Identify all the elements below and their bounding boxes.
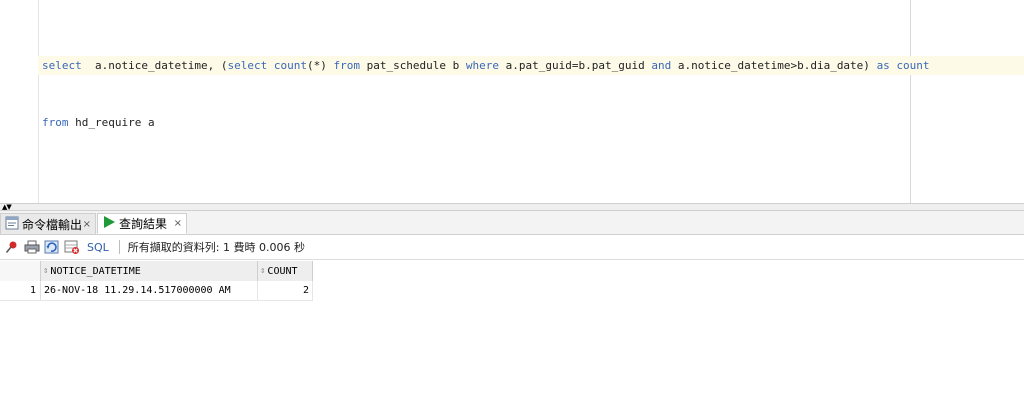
print-icon[interactable] bbox=[24, 239, 40, 255]
delete-grid-icon[interactable] bbox=[64, 239, 80, 255]
results-toolbar: SQL 所有擷取的資料列: 1 費時 0.006 秒 bbox=[0, 235, 1024, 260]
column-header-label: COUNT bbox=[267, 265, 298, 277]
row-number-header bbox=[0, 261, 41, 281]
sql-text: a.notice_datetime>b.dia_date) bbox=[671, 59, 877, 72]
tab-script-output-label: 命令檔輸出 bbox=[22, 217, 83, 232]
sort-icon: ⇕ bbox=[43, 266, 49, 276]
sort-icon: ⇕ bbox=[260, 266, 266, 276]
tab-script-output[interactable]: 命令檔輸出 × bbox=[0, 213, 96, 234]
sql-text: hd_require a bbox=[68, 116, 155, 129]
pane-splitter[interactable]: ▲▼ bbox=[0, 203, 1024, 211]
close-icon[interactable]: × bbox=[83, 219, 91, 230]
sql-editor[interactable]: select a.notice_datetime, (select count(… bbox=[0, 0, 1024, 203]
sql-keyword: as bbox=[876, 59, 890, 72]
refresh-icon[interactable] bbox=[44, 239, 60, 255]
sql-text: (*) bbox=[306, 59, 334, 72]
sql-keyword: from bbox=[333, 59, 360, 72]
code-line-1[interactable]: select a.notice_datetime, (select count(… bbox=[38, 56, 1024, 75]
sql-keyword: count bbox=[273, 59, 307, 72]
table-cell[interactable]: 2 bbox=[258, 281, 313, 300]
run-green-triangle-icon bbox=[102, 215, 116, 232]
sql-link[interactable]: SQL bbox=[87, 241, 109, 254]
splitter-collapse-arrows-icon[interactable]: ▲▼ bbox=[2, 204, 12, 211]
fetch-status-text: 所有擷取的資料列: 1 費時 0.006 秒 bbox=[127, 241, 305, 254]
sql-code[interactable]: select a.notice_datetime, (select count(… bbox=[38, 18, 1024, 170]
results-grid-header: ⇕ NOTICE_DATETIME ⇕ COUNT bbox=[0, 261, 313, 282]
sql-keyword: select bbox=[227, 59, 268, 72]
column-header-notice-datetime[interactable]: ⇕ NOTICE_DATETIME bbox=[41, 261, 258, 281]
results-tab-bar: 命令檔輸出 × 查詢結果 × bbox=[0, 211, 1024, 235]
sql-keyword: from bbox=[42, 116, 69, 129]
editor-gutter-border bbox=[38, 0, 39, 203]
sql-text: a.notice_datetime, ( bbox=[81, 59, 228, 72]
pin-icon[interactable] bbox=[4, 239, 20, 255]
row-number: 1 bbox=[0, 281, 41, 300]
table-cell[interactable]: 26-NOV-18 11.29.14.517000000 AM bbox=[41, 281, 258, 300]
column-header-label: NOTICE_DATETIME bbox=[50, 265, 141, 277]
sql-keyword: where bbox=[465, 59, 500, 72]
sql-keyword: and bbox=[651, 59, 672, 72]
close-icon[interactable]: × bbox=[174, 218, 182, 229]
sql-keyword: select bbox=[42, 59, 82, 72]
sql-text: pat_schedule b bbox=[359, 59, 466, 72]
script-output-icon bbox=[5, 216, 19, 233]
toolbar-divider bbox=[118, 240, 120, 254]
column-header-count[interactable]: ⇕ COUNT bbox=[258, 261, 313, 281]
table-row[interactable]: 1 26-NOV-18 11.29.14.517000000 AM 2 bbox=[0, 281, 313, 301]
sql-text: a.pat_guid=b.pat_guid bbox=[499, 59, 652, 72]
code-line-2[interactable]: from hd_require a bbox=[42, 113, 1024, 132]
tab-query-result[interactable]: 查詢結果 × bbox=[97, 213, 187, 234]
sql-keyword: count bbox=[896, 59, 930, 72]
tab-query-result-label: 查詢結果 bbox=[119, 217, 168, 231]
